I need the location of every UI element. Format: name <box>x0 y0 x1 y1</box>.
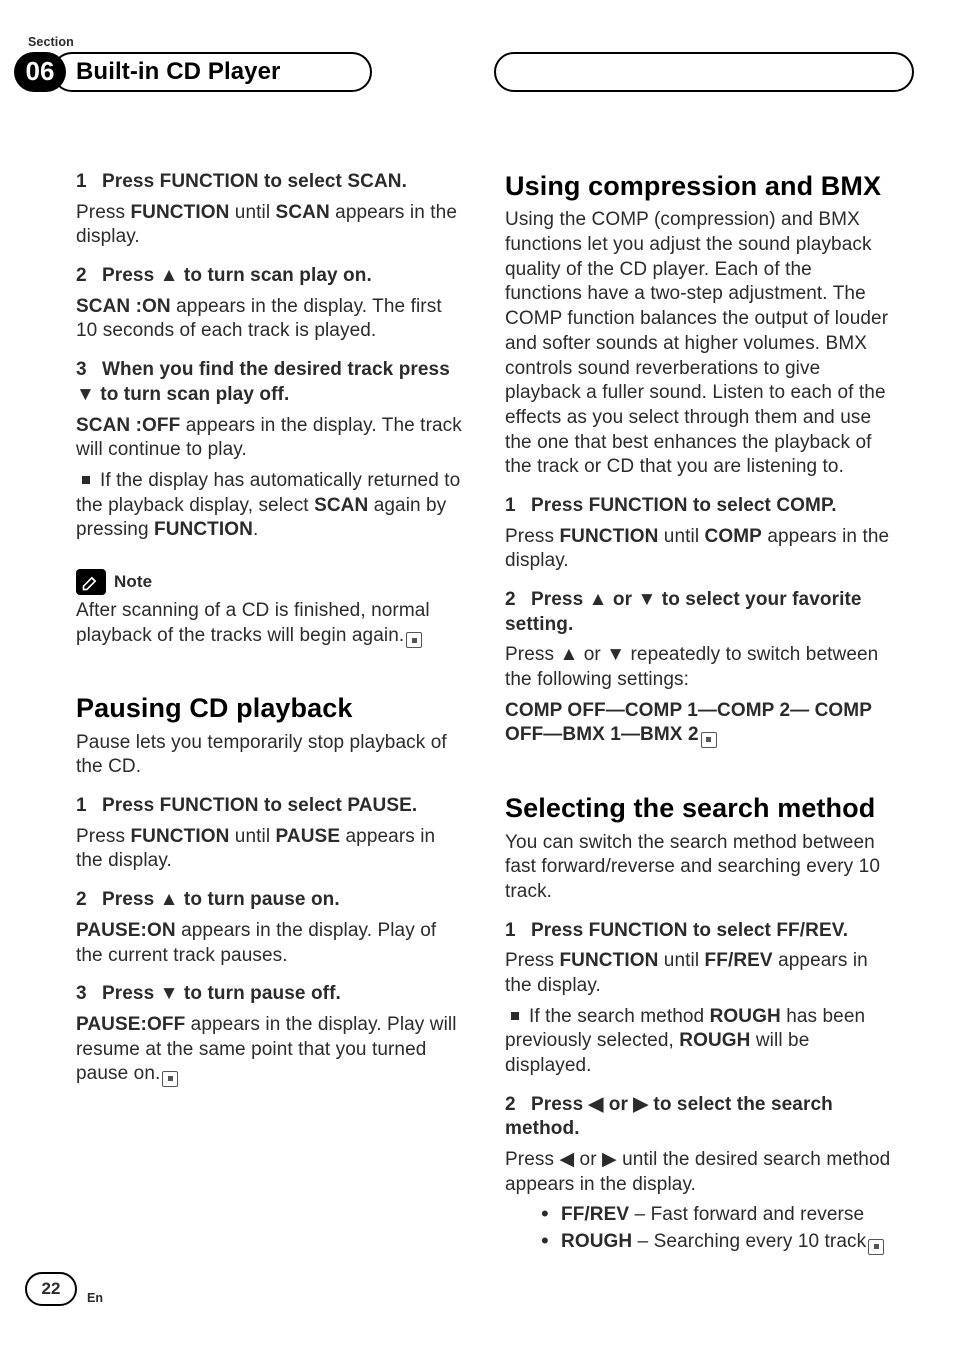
scan-step-2: 2Press ▲ to turn scan play on. SCAN :ON … <box>76 264 465 344</box>
step-body: Press FUNCTION until FF/REV appears in t… <box>505 949 894 998</box>
end-of-section-icon <box>162 1071 178 1087</box>
left-column: 1Press FUNCTION to select SCAN. Press FU… <box>76 170 465 1232</box>
search-step-2: 2Press ◀ or ▶ to select the search metho… <box>505 1093 894 1255</box>
language-label: En <box>87 1290 103 1306</box>
pause-step-1: 1Press FUNCTION to select PAUSE. Press F… <box>76 794 465 874</box>
step-number: 3 <box>76 358 102 383</box>
pause-step-3: 3Press ▼ to turn pause off. PAUSE:OFF ap… <box>76 982 465 1087</box>
step-heading: Press ◀ or ▶ to select the search method… <box>505 1094 833 1140</box>
step-number: 2 <box>76 264 102 289</box>
step-heading: Press FUNCTION to select FF/REV. <box>531 920 848 941</box>
content-columns: 1Press FUNCTION to select SCAN. Press FU… <box>76 170 894 1232</box>
search-step-1: 1Press FUNCTION to select FF/REV. Press … <box>505 919 894 1079</box>
page-number: 22 <box>25 1272 77 1306</box>
step-number: 1 <box>76 170 102 195</box>
step-body: SCAN :OFF appears in the display. The tr… <box>76 414 465 463</box>
step-number: 1 <box>505 494 531 519</box>
step-number: 1 <box>76 794 102 819</box>
scan-step-1: 1Press FUNCTION to select SCAN. Press FU… <box>76 170 465 250</box>
pause-step-2: 2Press ▲ to turn pause on. PAUSE:ON appe… <box>76 888 465 968</box>
step-body: PAUSE:OFF appears in the display. Play w… <box>76 1013 465 1087</box>
step-heading: Press ▲ to turn scan play on. <box>102 265 372 286</box>
step-body: Press ▲ or ▼ repeatedly to switch betwee… <box>505 643 894 692</box>
step-body: Press FUNCTION until COMP appears in the… <box>505 525 894 574</box>
step-bullet: If the search method ROUGH has been prev… <box>505 1005 894 1079</box>
search-title: Selecting the search method <box>505 792 894 824</box>
end-of-section-icon <box>868 1239 884 1255</box>
step-heading: Press FUNCTION to select PAUSE. <box>102 795 417 816</box>
step-number: 1 <box>505 919 531 944</box>
step-heading: When you find the desired track press ▼ … <box>76 359 450 405</box>
step-heading: Press FUNCTION to select COMP. <box>531 495 837 516</box>
step-number: 3 <box>76 982 102 1007</box>
list-item: ROUGH – Searching every 10 track <box>561 1230 894 1255</box>
step-number: 2 <box>505 1093 531 1118</box>
list-item: FF/REV – Fast forward and reverse <box>561 1203 894 1228</box>
comp-intro: Using the COMP (compression) and BMX fun… <box>505 208 894 480</box>
comp-step-1: 1Press FUNCTION to select COMP. Press FU… <box>505 494 894 574</box>
scan-step-3: 3When you find the desired track press ▼… <box>76 358 465 543</box>
step-body: Press FUNCTION until SCAN appears in the… <box>76 201 465 250</box>
step-body: PAUSE:ON appears in the display. Play of… <box>76 919 465 968</box>
comp-step-2: 2Press ▲ or ▼ to select your favorite se… <box>505 588 894 748</box>
section-title: Built-in CD Player <box>76 56 281 87</box>
search-method-list: FF/REV – Fast forward and reverse ROUGH … <box>505 1203 894 1254</box>
step-body: Press FUNCTION until PAUSE appears in th… <box>76 825 465 874</box>
comp-settings-sequence: COMP OFF—COMP 1—COMP 2— COMP OFF—BMX 1—B… <box>505 699 894 748</box>
step-body: SCAN :ON appears in the display. The fir… <box>76 295 465 344</box>
end-of-section-icon <box>406 632 422 648</box>
page-footer: 22 En <box>25 1272 103 1306</box>
section-number-pill: 06 <box>14 52 66 92</box>
comp-title: Using compression and BMX <box>505 170 894 202</box>
step-heading: Press ▲ or ▼ to select your favorite set… <box>505 589 862 635</box>
step-body: Press ◀ or ▶ until the desired search me… <box>505 1148 894 1197</box>
pause-title: Pausing CD playback <box>76 692 465 724</box>
note-label: Note <box>114 571 152 593</box>
section-label: Section <box>28 34 74 50</box>
header-blank-lozenge <box>494 52 914 92</box>
note-header: Note <box>76 569 465 595</box>
page-header: Built-in CD Player 06 <box>14 52 914 96</box>
right-column: Using compression and BMX Using the COMP… <box>505 170 894 1232</box>
pencil-icon <box>76 569 106 595</box>
step-heading: Press FUNCTION to select SCAN. <box>102 171 407 192</box>
step-bullet: If the display has automatically returne… <box>76 469 465 543</box>
step-number: 2 <box>505 588 531 613</box>
note-body: After scanning of a CD is finished, norm… <box>76 599 465 648</box>
end-of-section-icon <box>701 732 717 748</box>
pause-intro: Pause lets you temporarily stop playback… <box>76 731 465 780</box>
step-heading: Press ▼ to turn pause off. <box>102 983 341 1004</box>
manual-page: Section Built-in CD Player 06 1Press FUN… <box>0 0 954 1352</box>
section-title-lozenge: Built-in CD Player <box>52 52 372 92</box>
square-bullet-icon <box>82 476 90 484</box>
square-bullet-icon <box>511 1012 519 1020</box>
step-heading: Press ▲ to turn pause on. <box>102 889 340 910</box>
step-number: 2 <box>76 888 102 913</box>
search-intro: You can switch the search method between… <box>505 831 894 905</box>
